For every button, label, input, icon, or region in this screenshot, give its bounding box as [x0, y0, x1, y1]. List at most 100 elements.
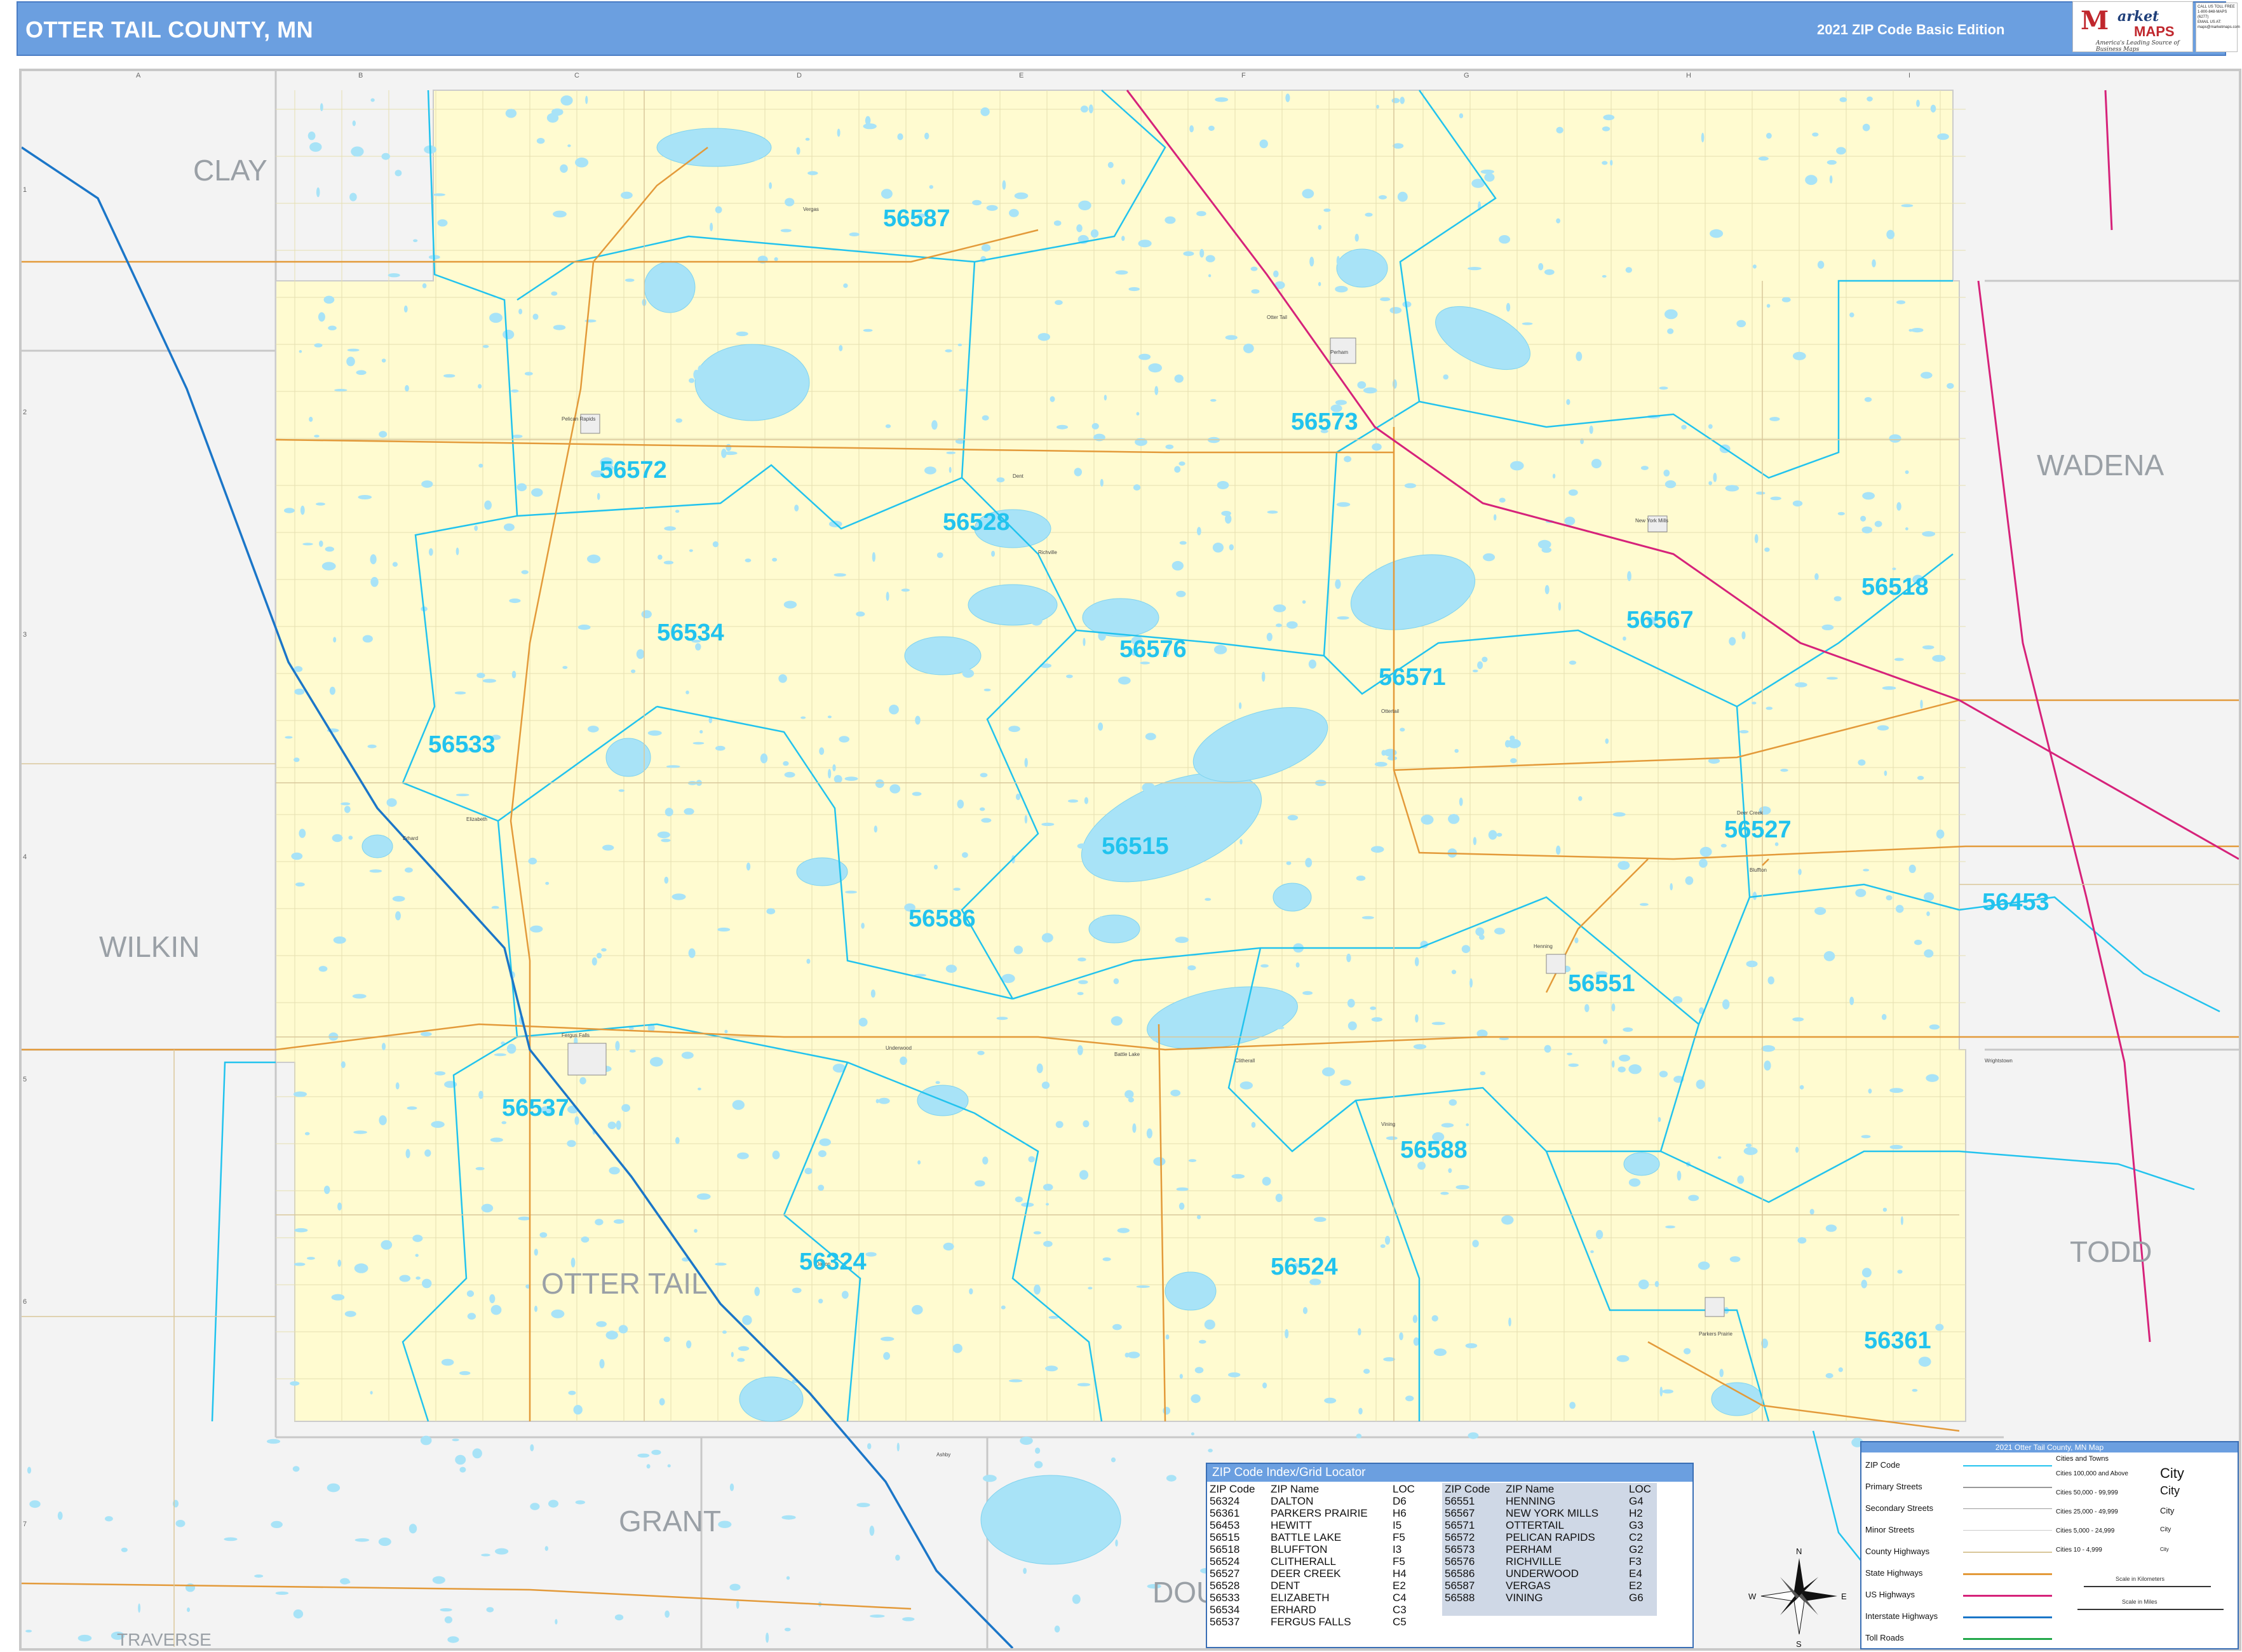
pond [1008, 726, 1020, 733]
zip-label[interactable]: 56551 [1568, 970, 1635, 997]
pond [1936, 829, 1945, 839]
zip-label[interactable]: 56524 [1271, 1254, 1338, 1280]
pond [1426, 590, 1430, 596]
zip-label[interactable]: 56576 [1119, 636, 1187, 663]
pond [870, 1615, 885, 1618]
pond [1383, 1357, 1396, 1362]
zip-label[interactable]: 56518 [1861, 574, 1929, 600]
county-map[interactable]: Pelican Rapids Dent Richville Perham Ott… [22, 71, 2239, 1648]
zip-label[interactable]: 56567 [1626, 607, 1694, 633]
pond [1860, 515, 1867, 522]
pond [555, 1619, 558, 1625]
pond [684, 808, 694, 815]
pond [785, 198, 795, 207]
pond [1231, 1174, 1245, 1179]
zip-label[interactable]: 56586 [908, 905, 976, 932]
zip-label[interactable]: 56324 [799, 1249, 867, 1275]
zip-label[interactable]: 56571 [1379, 664, 1446, 691]
pond [1100, 478, 1104, 487]
pond [778, 674, 787, 683]
pond [1658, 1117, 1661, 1122]
zip-label[interactable]: 56537 [502, 1095, 569, 1121]
zip-label[interactable]: 56587 [883, 205, 950, 232]
pond [331, 1294, 345, 1301]
pond [693, 369, 699, 380]
henning-area [1546, 954, 1566, 974]
pond [1228, 1372, 1241, 1378]
pond [489, 313, 503, 323]
pond [585, 95, 588, 104]
pond [945, 349, 952, 353]
pond [625, 278, 635, 282]
pond [844, 776, 858, 781]
zip-label[interactable]: 56528 [943, 509, 1010, 536]
pond [299, 829, 306, 838]
pond [1569, 660, 1577, 665]
pond [1079, 1170, 1089, 1180]
pond [1275, 1193, 1283, 1203]
pond [666, 765, 680, 768]
legend-item: ZIP Code [1865, 1460, 1900, 1470]
pond [1135, 438, 1147, 446]
pond [413, 239, 418, 243]
pond [1357, 381, 1367, 389]
table-row [1442, 1604, 1657, 1616]
pond [796, 147, 800, 155]
pond [1001, 1305, 1006, 1310]
pond [1046, 1203, 1049, 1206]
zip-label[interactable]: 56527 [1724, 816, 1792, 843]
pond [1591, 459, 1602, 469]
pond [1538, 263, 1544, 271]
pond [1922, 531, 1936, 537]
zip-label[interactable]: 56588 [1400, 1137, 1468, 1163]
zip-label[interactable]: 56533 [428, 731, 496, 758]
grid-col: A [136, 72, 141, 79]
zip-label[interactable]: 56534 [657, 620, 724, 646]
map-frame[interactable]: Pelican Rapids Dent Richville Perham Ott… [19, 69, 2241, 1651]
pond [1178, 1202, 1185, 1210]
pond [1380, 1244, 1386, 1249]
zip-label[interactable]: 56361 [1864, 1327, 1931, 1354]
pond [1725, 485, 1739, 492]
zip-index-head: ZIP Code ZIP Name LOC [1442, 1483, 1657, 1495]
pond [1174, 799, 1188, 808]
pond [370, 1391, 373, 1395]
pond [1185, 840, 1191, 846]
pond [1035, 1447, 1041, 1454]
pond [996, 477, 1005, 483]
pond [1739, 730, 1749, 734]
pond [1050, 396, 1055, 402]
market-maps-logo[interactable]: M arket MAPS America's Leading Source of… [2072, 1, 2193, 53]
pond [1881, 1013, 1887, 1020]
pond [667, 1464, 671, 1468]
pond [1178, 461, 1185, 466]
pond [1451, 970, 1457, 975]
pond [738, 1346, 750, 1351]
pond [1897, 1269, 1903, 1274]
pond [1043, 1184, 1053, 1191]
pond [1900, 1216, 1903, 1226]
pond [1809, 1209, 1814, 1215]
grid-col: I [1908, 72, 1910, 79]
pond [1104, 395, 1107, 401]
pond [1174, 466, 1181, 473]
pond [1045, 1365, 1058, 1372]
pond [785, 369, 793, 376]
pond [949, 466, 952, 473]
pond [333, 936, 346, 944]
zip-label[interactable]: 56515 [1102, 833, 1169, 860]
pond [1251, 289, 1260, 294]
zip-label[interactable]: 56573 [1291, 409, 1358, 435]
zip-label[interactable]: 56572 [600, 457, 667, 484]
pond [1083, 1120, 1090, 1128]
pond [931, 420, 938, 430]
pond [1729, 1256, 1741, 1263]
pond [370, 98, 375, 102]
pond [1905, 527, 1908, 531]
pond [1176, 590, 1186, 597]
zip-label[interactable]: 56453 [1982, 889, 2050, 916]
pond [839, 736, 849, 743]
contact-line: EMAIL US AT: [2198, 20, 2222, 24]
pond [1318, 225, 1322, 230]
pond [1441, 1123, 1454, 1128]
